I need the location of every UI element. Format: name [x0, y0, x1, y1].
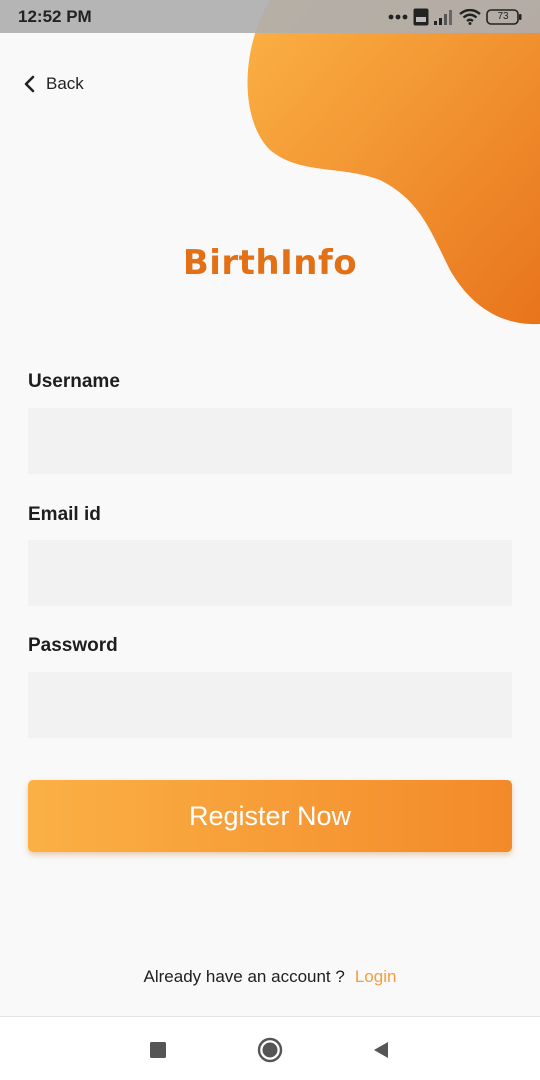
username-input[interactable]: [28, 408, 512, 474]
chevron-left-icon: [24, 75, 35, 93]
home-button[interactable]: [255, 1035, 285, 1065]
volte-icon: [413, 8, 429, 26]
password-label: Password: [28, 635, 118, 656]
recents-button[interactable]: [143, 1035, 173, 1065]
signal-icon: [434, 10, 452, 25]
circle-icon: [257, 1037, 283, 1063]
password-input[interactable]: [28, 672, 512, 738]
wifi-icon: [459, 9, 481, 25]
login-question: Already have an account ?: [143, 967, 345, 986]
back-label: Back: [46, 74, 84, 93]
login-prompt: Already have an account ? Login: [0, 967, 540, 987]
username-label: Username: [28, 371, 120, 392]
decorative-blob: [247, 0, 540, 325]
back-nav-button[interactable]: [366, 1035, 396, 1065]
register-button[interactable]: Register Now: [28, 780, 512, 852]
status-icons: 73: [388, 6, 522, 28]
app-logo: BirthInfo: [182, 243, 358, 283]
triangle-back-icon: [374, 1042, 388, 1058]
more-dots-icon: [388, 14, 408, 20]
status-time: 12:52 PM: [18, 7, 92, 26]
email-label: Email id: [28, 504, 101, 525]
back-button[interactable]: Back: [22, 74, 84, 94]
status-bar: 12:52 PM 73: [0, 0, 540, 33]
battery-level: 73: [497, 11, 509, 22]
battery-icon: 73: [486, 9, 522, 25]
navigation-bar: [0, 1016, 540, 1080]
login-link[interactable]: Login: [355, 967, 397, 986]
square-icon: [150, 1042, 166, 1058]
email-input[interactable]: [28, 540, 512, 606]
